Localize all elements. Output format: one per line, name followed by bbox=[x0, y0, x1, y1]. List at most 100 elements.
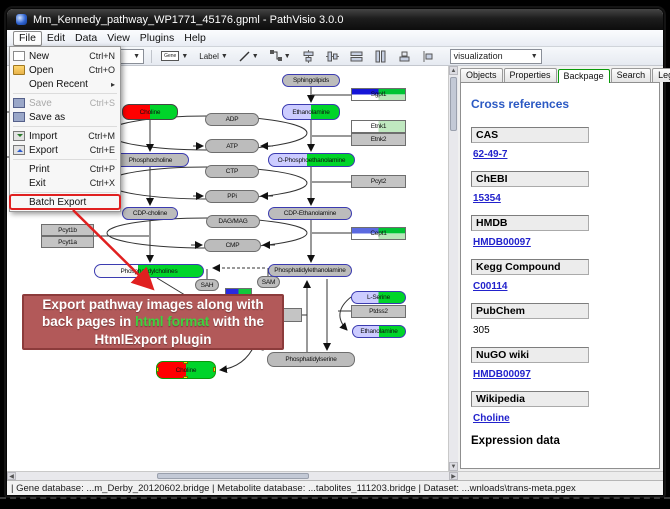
menu-item-label: New bbox=[29, 51, 85, 62]
xref-section-header: CAS bbox=[471, 127, 589, 143]
pathway-node-ppi[interactable]: PPi bbox=[205, 190, 259, 203]
distribute-horizontal-button[interactable] bbox=[348, 49, 365, 63]
side-panel-tabs: ObjectsPropertiesBackpageSearchLegend bbox=[458, 66, 663, 82]
xref-value: 305 bbox=[473, 325, 490, 336]
tab-objects[interactable]: Objects bbox=[460, 68, 503, 82]
xref-link[interactable]: 15354 bbox=[473, 193, 501, 204]
align-center-y-button[interactable] bbox=[324, 49, 341, 63]
tab-properties[interactable]: Properties bbox=[504, 68, 557, 82]
pathway-node-cept1[interactable]: Cept1 bbox=[351, 227, 406, 240]
pathway-node[interactable] bbox=[282, 308, 302, 322]
menu-item-save-as[interactable]: Save as bbox=[10, 110, 120, 124]
horizontal-scroll-thumb[interactable] bbox=[157, 473, 309, 479]
xref-link[interactable]: 62-49-7 bbox=[473, 149, 507, 160]
menubar-item-edit[interactable]: Edit bbox=[42, 32, 70, 45]
menubar-item-data[interactable]: Data bbox=[70, 32, 102, 45]
pathway-node-sah[interactable]: SAH bbox=[195, 279, 219, 291]
pathway-node-etnk1[interactable]: Etnk1 bbox=[351, 120, 406, 133]
menubar-item-plugins[interactable]: Plugins bbox=[135, 32, 179, 45]
scroll-down-icon[interactable]: ▼ bbox=[449, 462, 458, 471]
xref-link[interactable]: HMDB00097 bbox=[473, 237, 531, 248]
pathway-node-sgpl1[interactable]: Sgpl1 bbox=[351, 88, 406, 101]
menubar-item-help[interactable]: Help bbox=[179, 32, 211, 45]
selection-handle[interactable] bbox=[156, 367, 159, 372]
menu-item-batch-export[interactable]: Batch Export bbox=[10, 195, 120, 209]
pathway-node-choline[interactable]: Choline bbox=[156, 361, 216, 379]
add-label-button[interactable]: Label ▼ bbox=[197, 49, 230, 63]
pathway-node-dag-mag[interactable]: DAG/MAG bbox=[206, 215, 260, 228]
title-bar[interactable]: Mm_Kennedy_pathway_WP1771_45176.gpml - P… bbox=[7, 9, 663, 30]
pathway-node-phosphatidylethanolamine[interactable]: Phosphatidylethanolamine bbox=[268, 264, 352, 277]
menu-item-print[interactable]: PrintCtrl+P bbox=[10, 162, 120, 176]
selection-handle[interactable] bbox=[213, 367, 216, 372]
scroll-right-icon[interactable]: ▶ bbox=[449, 472, 458, 480]
xref-section-header: NuGO wiki bbox=[471, 347, 589, 363]
pathway-node-cdp-choline[interactable]: CDP-choline bbox=[122, 207, 178, 220]
pathway-node-ethanolamine[interactable]: Ethanolamine bbox=[352, 325, 406, 338]
xref-link[interactable]: Choline bbox=[473, 413, 510, 424]
tab-legend[interactable]: Legend bbox=[652, 68, 670, 82]
pathway-node-etnk2[interactable]: Etnk2 bbox=[351, 133, 406, 146]
vertical-scroll-thumb[interactable] bbox=[450, 77, 457, 131]
menu-item-new[interactable]: New Ctrl+N bbox=[10, 49, 120, 63]
pathway-node-choline[interactable]: Choline bbox=[122, 104, 178, 120]
distribute-vertical-button[interactable] bbox=[372, 49, 389, 63]
pathway-node-pcyt1b[interactable]: Pcyt1b bbox=[41, 224, 94, 236]
selection-handle[interactable] bbox=[156, 361, 159, 364]
pathway-node-ethanolamine[interactable]: Ethanolamine bbox=[282, 104, 340, 120]
chevron-down-icon: ▼ bbox=[181, 53, 188, 60]
menu-item-open-recent[interactable]: Open Recent▸ bbox=[10, 77, 120, 91]
align-center-x-button[interactable] bbox=[300, 49, 317, 63]
pathway-node-adp[interactable]: ADP bbox=[205, 113, 259, 126]
menu-item-exit[interactable]: ExitCtrl+X bbox=[10, 176, 120, 190]
pathway-node-ctp[interactable]: CTP bbox=[205, 165, 259, 178]
xref-section-header: PubChem bbox=[471, 303, 589, 319]
pathway-node-ptdss2[interactable]: Ptdss2 bbox=[351, 305, 406, 318]
backpage-panel[interactable]: Cross references CAS62-49-7ChEBI15354HMD… bbox=[460, 82, 660, 469]
pathway-node-pcyt1a[interactable]: Pcyt1a bbox=[41, 236, 94, 248]
stack-vertical-button[interactable] bbox=[396, 49, 413, 63]
pathway-node-l-serine[interactable]: L-Serine bbox=[351, 291, 406, 304]
menubar-item-view[interactable]: View bbox=[102, 32, 135, 45]
pathway-node-pcyt2[interactable]: Pcyt2 bbox=[351, 175, 406, 188]
menu-item-shortcut: Ctrl+N bbox=[89, 51, 115, 61]
window-title: Mm_Kennedy_pathway_WP1771_45176.gpml - P… bbox=[33, 14, 343, 26]
add-datanode-button[interactable]: Gene ▼ bbox=[159, 49, 190, 63]
stack-horizontal-button[interactable] bbox=[420, 49, 437, 63]
tab-search[interactable]: Search bbox=[611, 68, 652, 82]
pathway-node-sphingolipids[interactable]: Sphingolipids bbox=[282, 74, 340, 87]
scroll-up-icon[interactable]: ▲ bbox=[449, 66, 458, 75]
pathway-node-o-phosphoethanolamine[interactable]: O-Phosphoethanolamine bbox=[268, 153, 355, 167]
pathway-node-cmp[interactable]: CMP bbox=[204, 239, 261, 252]
chevron-down-icon: ▼ bbox=[284, 53, 291, 60]
scrollbar-corner bbox=[458, 471, 663, 480]
pathway-node-phosphatidylserine[interactable]: Phosphatidylserine bbox=[267, 352, 355, 367]
menu-item-open[interactable]: OpenCtrl+O bbox=[10, 63, 120, 77]
cross-references-title: Cross references bbox=[471, 97, 649, 111]
menu-separator bbox=[13, 93, 117, 94]
pathway-node-cdp-ethanolamine[interactable]: CDP-Ethanolamine bbox=[268, 207, 352, 220]
pathway-node-phosphocholine[interactable]: Phosphocholine bbox=[112, 153, 189, 167]
pathway-node-phosphatidylcholines[interactable]: Phosphatidylcholines bbox=[94, 264, 204, 278]
vertical-scrollbar[interactable]: ▲ ▼ bbox=[448, 66, 458, 471]
menu-item-label: Import bbox=[29, 131, 84, 142]
menu-item-export[interactable]: ExportCtrl+E bbox=[10, 143, 120, 157]
menu-item-import[interactable]: ImportCtrl+M bbox=[10, 129, 120, 143]
line-tool-button[interactable]: ▼ bbox=[237, 49, 261, 63]
side-panel: ObjectsPropertiesBackpageSearchLegend Cr… bbox=[458, 66, 663, 471]
chevron-down-icon: ▼ bbox=[531, 53, 538, 60]
selection-handle[interactable] bbox=[183, 361, 188, 364]
scroll-left-icon[interactable]: ◀ bbox=[7, 472, 16, 480]
xref-link[interactable]: HMDB00097 bbox=[473, 369, 531, 380]
xref-link[interactable]: C00114 bbox=[473, 281, 507, 292]
connector-tool-button[interactable]: ▼ bbox=[268, 49, 293, 63]
horizontal-scrollbar[interactable]: ◀ ▶ bbox=[7, 471, 458, 480]
menubar-item-file[interactable]: File bbox=[13, 31, 42, 46]
visualization-value: visualization bbox=[454, 51, 503, 61]
selection-handle[interactable] bbox=[183, 376, 188, 379]
tab-backpage[interactable]: Backpage bbox=[558, 69, 610, 83]
new-document-icon bbox=[13, 51, 25, 61]
pathway-node-sam[interactable]: SAM bbox=[257, 276, 280, 288]
visualization-combobox[interactable]: visualization ▼ bbox=[450, 49, 542, 64]
pathway-node-atp[interactable]: ATP bbox=[205, 139, 259, 153]
